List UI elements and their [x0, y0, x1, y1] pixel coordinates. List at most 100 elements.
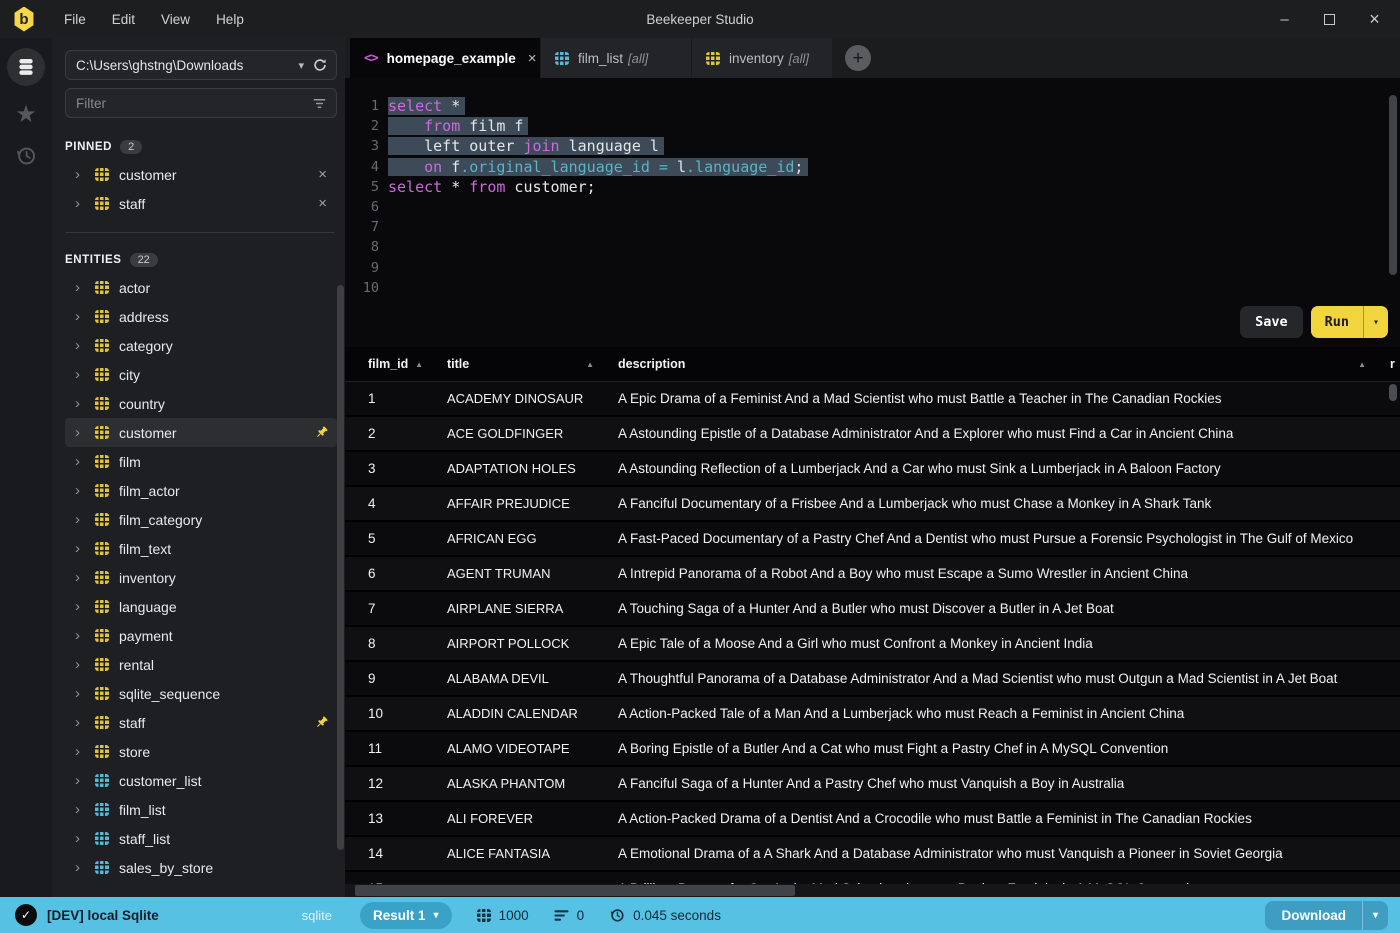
sidebar-item-sqlite_sequence[interactable]: › sqlite_sequence	[65, 679, 337, 708]
chevron-right-icon[interactable]: ›	[75, 396, 87, 411]
sidebar-item-staff_list[interactable]: › staff_list	[65, 824, 337, 853]
results-horizontal-scrollbar[interactable]	[355, 885, 795, 896]
table-row[interactable]: 12 ALASKA PHANTOM A Fanciful Saga of a Hun…	[345, 767, 1400, 802]
chevron-right-icon[interactable]: ›	[75, 280, 87, 295]
chevron-right-icon[interactable]: ›	[75, 657, 87, 672]
sort-asc-icon[interactable]: ▲	[586, 360, 594, 369]
result-selector[interactable]: Result 1 ▾	[360, 901, 452, 929]
editor-scrollbar[interactable]	[1389, 95, 1397, 275]
database-nav-button[interactable]	[7, 48, 45, 86]
sidebar-item-address[interactable]: › address	[65, 302, 337, 331]
chevron-right-icon[interactable]: ›	[75, 570, 87, 585]
download-button-label[interactable]: Download	[1265, 901, 1362, 930]
tab-film_list[interactable]: film_list [all]	[541, 38, 691, 78]
sql-editor[interactable]: 1 select * 2 from film f3 left outer join …	[345, 78, 1400, 347]
sidebar-item-language[interactable]: › language	[65, 592, 337, 621]
run-button-label[interactable]: Run	[1311, 306, 1363, 338]
chevron-right-icon[interactable]: ›	[75, 196, 87, 211]
tab-inventory[interactable]: inventory [all]	[692, 38, 832, 78]
sidebar-item-sales_by_store[interactable]: › sales_by_store	[65, 853, 337, 882]
table-row[interactable]: 5 AFRICAN EGG A Fast-Paced Documentary of …	[345, 522, 1400, 557]
download-options-button[interactable]: ▾	[1361, 900, 1388, 930]
column-header-film_id[interactable]: film_id ▲	[368, 347, 447, 381]
chevron-right-icon[interactable]: ›	[75, 744, 87, 759]
sort-asc-icon[interactable]: ▲	[415, 360, 423, 369]
column-header-description[interactable]: description ▲	[618, 347, 1390, 381]
sidebar-item-category[interactable]: › category	[65, 331, 337, 360]
unpin-close-icon[interactable]: ×	[316, 166, 329, 183]
tab-homepage_example[interactable]: <> homepage_example ×	[350, 38, 540, 78]
sidebar-item-film_actor[interactable]: › film_actor	[65, 476, 337, 505]
table-row[interactable]: 11 ALAMO VIDEOTAPE A Boring Epistle of a B…	[345, 732, 1400, 767]
menu-help[interactable]: Help	[203, 12, 257, 27]
column-header-title[interactable]: title ▲	[447, 347, 618, 381]
menu-view[interactable]: View	[148, 12, 203, 27]
table-row[interactable]: 2 ACE GOLDFINGER A Astounding Epistle of a…	[345, 417, 1400, 452]
chevron-right-icon[interactable]: ›	[75, 425, 87, 440]
sidebar-item-payment[interactable]: › payment	[65, 621, 337, 650]
save-button[interactable]: Save	[1240, 306, 1303, 338]
chevron-right-icon[interactable]: ›	[75, 773, 87, 788]
sidebar-item-customer_list[interactable]: › customer_list	[65, 766, 337, 795]
table-row[interactable]: 1 ACADEMY DINOSAUR A Epic Drama of a Femin…	[345, 382, 1400, 417]
filter-icon[interactable]	[312, 96, 327, 111]
run-button[interactable]: Run ▾	[1310, 306, 1388, 338]
sidebar-item-staff[interactable]: › staff	[65, 708, 337, 737]
chevron-right-icon[interactable]: ›	[75, 309, 87, 324]
sidebar-item-city[interactable]: › city	[65, 360, 337, 389]
chevron-right-icon[interactable]: ›	[75, 686, 87, 701]
sidebar-item-country[interactable]: › country	[65, 389, 337, 418]
chevron-right-icon[interactable]: ›	[75, 367, 87, 382]
sort-asc-icon[interactable]: ▲	[1358, 360, 1366, 369]
table-row[interactable]: 7 AIRPLANE SIERRA A Touching Saga of a Hun…	[345, 592, 1400, 627]
table-row[interactable]: 4 AFFAIR PREJUDICE A Fanciful Documentary …	[345, 487, 1400, 522]
chevron-right-icon[interactable]: ›	[75, 831, 87, 846]
table-row[interactable]: 13 ALI FOREVER A Action-Packed Drama of a …	[345, 802, 1400, 837]
favorites-button[interactable]: ★	[15, 103, 37, 127]
chevron-right-icon[interactable]: ›	[75, 628, 87, 643]
table-row[interactable]: 15ALIEN CENTERA Brilliant Drama of a Cat…	[345, 872, 1400, 884]
table-row[interactable]: 10 ALADDIN CALENDAR A Action-Packed Tale o…	[345, 697, 1400, 732]
sidebar-item-inventory[interactable]: › inventory	[65, 563, 337, 592]
table-row[interactable]: 14 ALICE FANTASIA A Emotional Drama of a A…	[345, 837, 1400, 872]
table-row[interactable]: 3 ADAPTATION HOLES A Astounding Reflection…	[345, 452, 1400, 487]
table-row[interactable]: 9 ALABAMA DEVIL A Thoughtful Panorama of a…	[345, 662, 1400, 697]
chevron-right-icon[interactable]: ›	[75, 541, 87, 556]
table-row[interactable]: 6 AGENT TRUMAN A Intrepid Panorama of a Ro…	[345, 557, 1400, 592]
sidebar-item-film[interactable]: › film	[65, 447, 337, 476]
sidebar-item-film_list[interactable]: › film_list	[65, 795, 337, 824]
maximize-button[interactable]	[1307, 0, 1352, 38]
sidebar-item-film_text[interactable]: › film_text	[65, 534, 337, 563]
chevron-right-icon[interactable]: ›	[75, 338, 87, 353]
sidebar-item-staff[interactable]: › staff ×	[65, 189, 337, 218]
chevron-right-icon[interactable]: ›	[75, 512, 87, 527]
history-button[interactable]	[14, 144, 38, 173]
run-options-button[interactable]: ▾	[1362, 306, 1388, 338]
sidebar-scrollbar[interactable]	[337, 285, 344, 850]
close-button[interactable]: ×	[1352, 0, 1397, 38]
sidebar-item-rental[interactable]: › rental	[65, 650, 337, 679]
connection-selector[interactable]: C:\Users\ghstng\Downloads ▾	[65, 50, 337, 80]
table-row[interactable]: 8 AIRPORT POLLOCK A Epic Tale of a Moose A…	[345, 627, 1400, 662]
column-header-r[interactable]: r	[1390, 347, 1400, 381]
chevron-right-icon[interactable]: ›	[75, 715, 87, 730]
filter-input[interactable]	[76, 95, 312, 111]
chevron-right-icon[interactable]: ›	[75, 454, 87, 469]
sidebar-item-customer[interactable]: › customer ×	[65, 160, 337, 189]
minimize-button[interactable]: –	[1262, 0, 1307, 38]
chevron-right-icon[interactable]: ›	[75, 802, 87, 817]
chevron-right-icon[interactable]: ›	[75, 167, 87, 182]
menu-edit[interactable]: Edit	[99, 12, 148, 27]
sidebar-item-film_category[interactable]: › film_category	[65, 505, 337, 534]
connection-status[interactable]: ✓ [DEV] local Sqlite sqlite	[0, 904, 345, 926]
sidebar-item-actor[interactable]: › actor	[65, 273, 337, 302]
chevron-right-icon[interactable]: ›	[75, 483, 87, 498]
menu-file[interactable]: File	[51, 12, 99, 27]
sidebar-item-store[interactable]: › store	[65, 737, 337, 766]
new-tab-button[interactable]: +	[845, 45, 871, 71]
sidebar-item-customer[interactable]: › customer	[65, 418, 337, 447]
tab-close-icon[interactable]: ×	[528, 50, 537, 67]
results-vertical-scrollbar[interactable]	[1389, 384, 1397, 401]
chevron-right-icon[interactable]: ›	[75, 860, 87, 875]
unpin-close-icon[interactable]: ×	[316, 195, 329, 212]
